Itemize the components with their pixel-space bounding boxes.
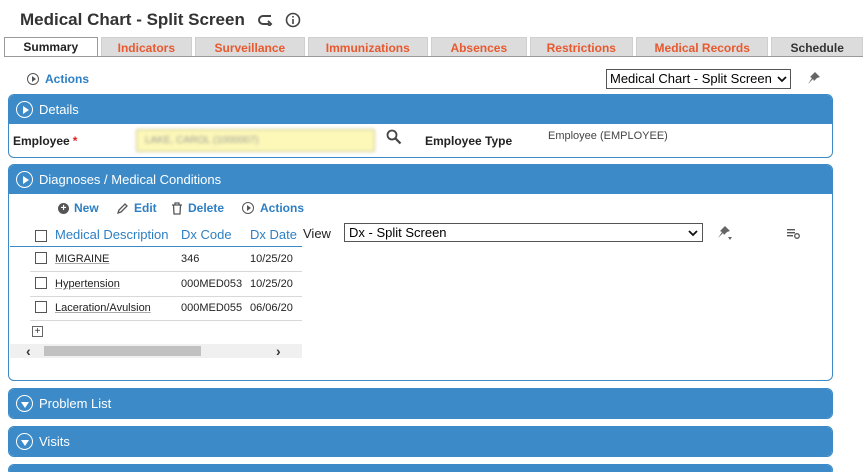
column-settings-icon[interactable] — [786, 227, 800, 242]
collapse-icon — [16, 433, 33, 450]
header-divider — [10, 246, 302, 247]
column-dx-date[interactable]: Dx Date — [250, 227, 300, 242]
grid-actions-button[interactable]: Actions — [242, 201, 304, 215]
select-all-checkbox[interactable] — [35, 230, 47, 242]
row-description[interactable]: MIGRAINE — [55, 253, 109, 265]
column-medical-description[interactable]: Medical Description — [55, 227, 168, 242]
details-panel: Details — [8, 94, 833, 158]
delete-button[interactable]: Delete — [171, 201, 224, 215]
row-checkbox[interactable] — [35, 277, 47, 289]
details-header[interactable]: Details — [9, 95, 832, 124]
expand-icon — [16, 101, 33, 118]
info-icon[interactable] — [285, 12, 301, 28]
row-divider — [30, 271, 302, 272]
details-title: Details — [39, 102, 79, 117]
expand-icon — [16, 171, 33, 188]
next-panel — [8, 464, 833, 472]
employee-label-text: Employee — [13, 134, 70, 148]
row-code: 346 — [181, 253, 200, 265]
tab-immunizations[interactable]: Immunizations — [307, 37, 429, 57]
visits-title: Visits — [39, 434, 70, 449]
tab-schedule[interactable]: Schedule — [771, 37, 863, 57]
pin-icon[interactable] — [806, 71, 822, 88]
row-checkbox[interactable] — [35, 301, 47, 313]
collapse-icon — [16, 395, 33, 412]
new-label: New — [74, 201, 99, 215]
edit-button[interactable]: Edit — [116, 201, 157, 215]
chevron-down-icon — [776, 73, 788, 85]
problem-list-header[interactable]: Problem List — [9, 389, 832, 418]
tab-absences[interactable]: Absences — [431, 37, 527, 57]
play-circle-icon — [27, 73, 39, 85]
problem-list-panel: Problem List — [8, 388, 833, 419]
dx-view-value: Dx - Split Screen — [349, 225, 447, 240]
row-divider — [30, 296, 302, 297]
tab-surveillance[interactable]: Surveillance — [195, 37, 305, 57]
page-actions-button[interactable]: Actions — [27, 72, 89, 86]
problem-list-title: Problem List — [39, 396, 112, 411]
tab-medical-records[interactable]: Medical Records — [636, 37, 769, 57]
chevron-down-icon — [687, 227, 699, 242]
page-title: Medical Chart - Split Screen — [20, 10, 245, 29]
edit-label: Edit — [134, 201, 157, 215]
scrollbar-thumb[interactable] — [44, 346, 201, 356]
row-date: 06/06/20 — [250, 302, 293, 314]
tab-indicators[interactable]: Indicators — [100, 37, 193, 57]
next-panel-header[interactable] — [9, 465, 832, 472]
row-checkbox[interactable] — [35, 252, 47, 264]
row-description[interactable]: Laceration/Avulsion — [55, 302, 151, 314]
play-circle-icon — [242, 202, 254, 214]
visits-panel: Visits — [8, 426, 833, 457]
new-button[interactable]: + New — [58, 201, 99, 215]
employee-type-value: Employee (EMPLOYEE) — [548, 130, 668, 142]
pin-icon[interactable] — [716, 225, 734, 244]
return-arrow-icon[interactable] — [257, 14, 273, 26]
layout-select[interactable]: Medical Chart - Split Screen — [606, 69, 791, 89]
delete-label: Delete — [188, 201, 225, 215]
title-row: Medical Chart - Split Screen — [20, 8, 301, 32]
column-dx-code[interactable]: Dx Code — [181, 227, 232, 242]
tab-restrictions[interactable]: Restrictions — [529, 37, 634, 57]
employee-type-label: Employee Type — [425, 134, 513, 148]
page-actions-label: Actions — [45, 72, 90, 86]
tab-summary[interactable]: Summary — [4, 37, 98, 57]
trash-icon — [171, 201, 183, 215]
plus-circle-icon: + — [58, 202, 69, 214]
scroll-left-icon[interactable]: ‹ — [26, 344, 31, 358]
pencil-icon — [116, 202, 129, 215]
diagnoses-title: Diagnoses / Medical Conditions — [39, 172, 222, 187]
row-date: 10/25/20 — [250, 253, 293, 265]
view-label: View — [303, 226, 331, 241]
visits-header[interactable]: Visits — [9, 427, 832, 456]
tab-bar: Summary Indicators Surveillance Immuniza… — [4, 37, 863, 57]
employee-label: Employee * — [13, 134, 77, 148]
search-icon[interactable] — [386, 129, 402, 148]
expand-rows-icon[interactable]: + — [32, 326, 43, 337]
layout-select-value: Medical Chart - Split Screen — [610, 71, 772, 86]
diagnoses-header[interactable]: Diagnoses / Medical Conditions — [9, 165, 832, 194]
row-divider — [30, 320, 302, 321]
tab-divider — [4, 56, 863, 57]
row-code: 000MED053 — [181, 278, 243, 290]
required-mark: * — [72, 134, 78, 148]
grid-actions-label: Actions — [260, 201, 305, 215]
dx-view-select[interactable]: Dx - Split Screen — [344, 223, 703, 242]
employee-field[interactable]: LAKE, CAROL (1000007) — [136, 129, 375, 152]
scroll-right-icon[interactable]: › — [276, 344, 281, 358]
row-description[interactable]: Hypertension — [55, 278, 120, 290]
row-code: 000MED055 — [181, 302, 243, 314]
row-date: 10/25/20 — [250, 278, 293, 290]
